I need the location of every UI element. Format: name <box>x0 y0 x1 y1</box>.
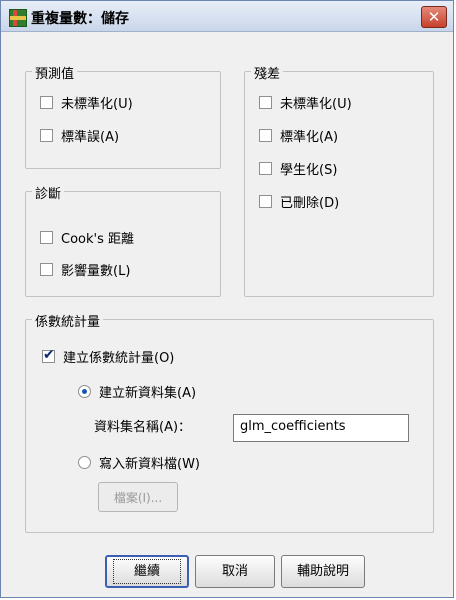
help-button[interactable]: 輔助說明 <box>281 555 365 588</box>
dialog-title: 重複量數：儲存 <box>31 11 129 27</box>
predicted-stderr-label: 標準誤(A) <box>61 129 120 145</box>
dataset-name-input[interactable]: glm_coefficients <box>233 414 409 442</box>
cancel-button[interactable]: 取消 <box>195 555 275 588</box>
create-coefficient-checkbox[interactable] <box>42 347 55 363</box>
dataset-name-label-row: 資料集名稱(A)： <box>94 415 191 435</box>
predicted-unstandardized-label: 未標準化(U) <box>61 96 133 112</box>
leverage-row[interactable]: 影響量數(L) <box>40 259 130 279</box>
residual-standardized-row[interactable]: 標準化(A) <box>259 125 338 145</box>
new-dataset-radio[interactable] <box>78 384 91 398</box>
predicted-values-legend: 預測值 <box>32 63 78 82</box>
residual-unstandardized-row[interactable]: 未標準化(U) <box>259 92 352 112</box>
residual-unstandardized-checkbox[interactable] <box>259 95 272 109</box>
predicted-stderr-row[interactable]: 標準誤(A) <box>40 125 119 145</box>
dataset-name-label: 資料集名稱(A)： <box>94 419 192 435</box>
continue-label: 繼續 <box>113 559 181 584</box>
residuals-legend: 殘差 <box>251 63 284 82</box>
predicted-values-group: 預測值 未標準化(U) 標準誤(A) <box>25 63 221 169</box>
diagnostics-legend: 診斷 <box>32 183 65 202</box>
coefficient-statistics-legend: 係數統計量 <box>32 311 104 330</box>
residual-unstandardized-label: 未標準化(U) <box>280 96 352 112</box>
continue-button[interactable]: 繼續 <box>105 555 189 588</box>
write-file-radio[interactable] <box>78 455 91 469</box>
residual-deleted-row[interactable]: 已刪除(D) <box>259 191 339 211</box>
write-file-label: 寫入新資料檔(W) <box>99 456 200 472</box>
predicted-unstandardized-row[interactable]: 未標準化(U) <box>40 92 133 112</box>
title-bar: 重複量數：儲存 ✕ <box>1 1 453 32</box>
predicted-stderr-checkbox[interactable] <box>40 128 53 142</box>
residuals-group: 殘差 未標準化(U) 標準化(A) 學生化(S) 已刪除(D) <box>244 63 434 297</box>
write-file-row[interactable]: 寫入新資料檔(W) <box>78 452 200 472</box>
residual-studentized-label: 學生化(S) <box>280 162 338 178</box>
close-button[interactable]: ✕ <box>421 6 447 28</box>
residual-standardized-checkbox[interactable] <box>259 128 272 142</box>
new-dataset-label: 建立新資料集(A) <box>99 385 197 401</box>
files-button[interactable]: 檔案(I)... <box>98 482 178 512</box>
residual-standardized-label: 標準化(A) <box>280 129 339 145</box>
residual-deleted-label: 已刪除(D) <box>280 195 340 211</box>
create-coefficient-label: 建立係數統計量(O) <box>63 350 175 366</box>
cooks-distance-label: Cook's 距離 <box>61 231 134 247</box>
new-dataset-row[interactable]: 建立新資料集(A) <box>78 381 196 401</box>
residual-studentized-row[interactable]: 學生化(S) <box>259 158 337 178</box>
spss-app-icon <box>9 9 27 27</box>
leverage-label: 影響量數(L) <box>61 263 131 279</box>
residual-deleted-checkbox[interactable] <box>259 194 272 208</box>
leverage-checkbox[interactable] <box>40 262 53 276</box>
cooks-distance-checkbox[interactable] <box>40 230 53 244</box>
save-dialog: 重複量數：儲存 ✕ 預測值 未標準化(U) 標準誤(A) 殘差 未標準化(U) … <box>0 0 454 598</box>
residual-studentized-checkbox[interactable] <box>259 161 272 175</box>
predicted-unstandardized-checkbox[interactable] <box>40 95 53 109</box>
diagnostics-group: 診斷 Cook's 距離 影響量數(L) <box>25 183 221 297</box>
cooks-distance-row[interactable]: Cook's 距離 <box>40 227 134 247</box>
close-icon: ✕ <box>427 8 441 26</box>
create-coefficient-row[interactable]: 建立係數統計量(O) <box>42 346 174 366</box>
